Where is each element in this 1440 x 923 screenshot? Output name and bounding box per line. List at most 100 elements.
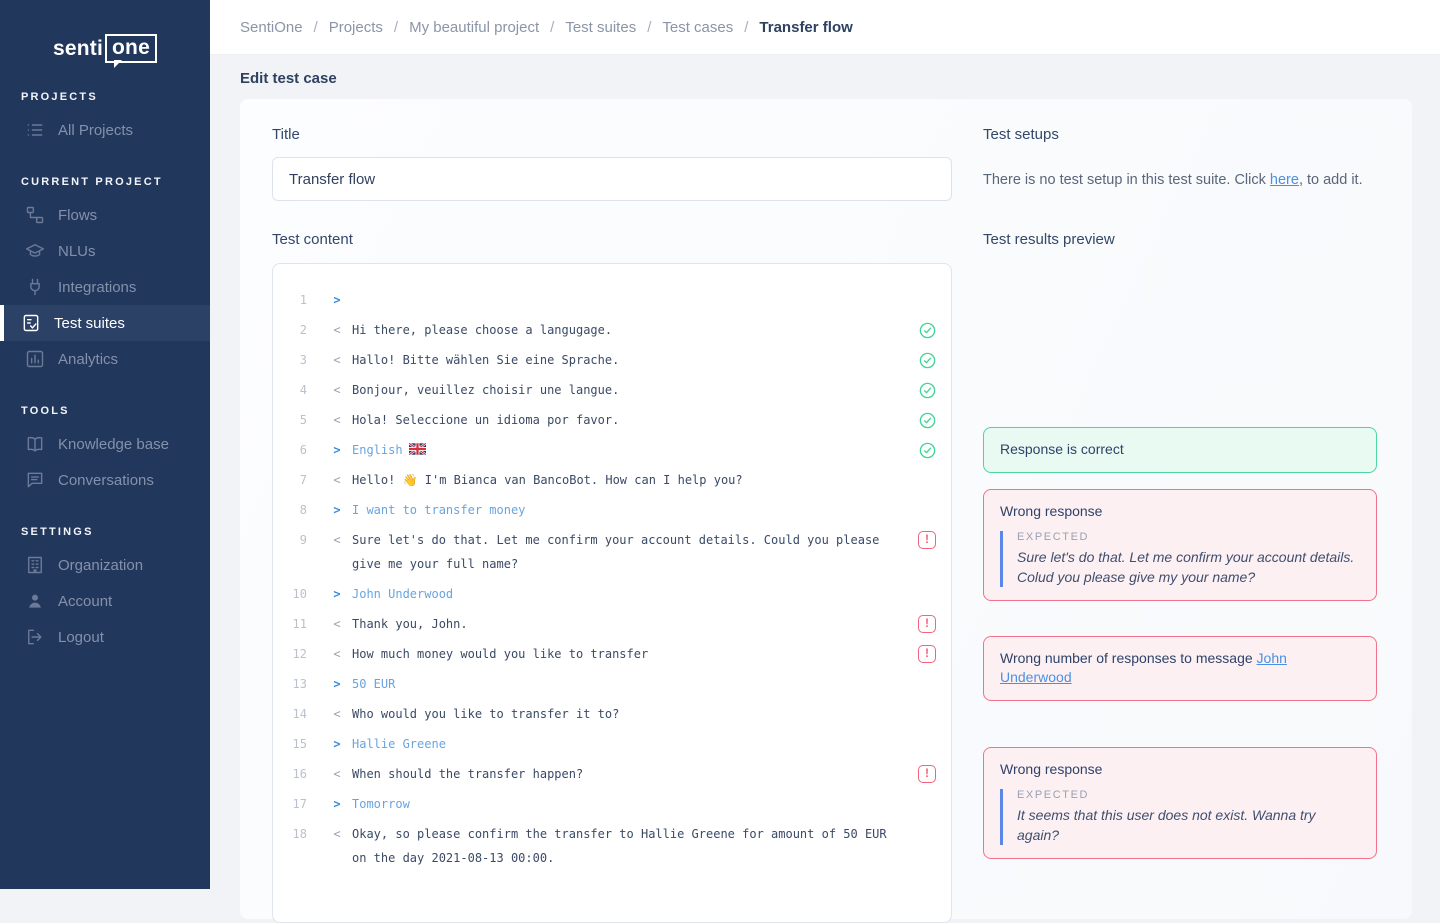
checklist-icon bbox=[21, 313, 41, 333]
test-line-7[interactable]: 7 < Hello! 👋 I'm Bianca van BancoBot. Ho… bbox=[273, 465, 951, 495]
sidebar-item-label: Organization bbox=[58, 557, 143, 574]
bot-message-text[interactable]: Thank you, John. bbox=[352, 612, 903, 636]
line-number: 17 bbox=[273, 792, 307, 816]
bot-message-text[interactable]: Hi there, please choose a langugage. bbox=[352, 318, 903, 342]
flows-icon bbox=[25, 205, 45, 225]
test-line-8[interactable]: 8 > I want to transfer money bbox=[273, 495, 951, 525]
test-line-17[interactable]: 17 > Tomorrow bbox=[273, 789, 951, 819]
bot-message-text[interactable]: Sure let's do that. Let me confirm your … bbox=[352, 528, 903, 576]
breadcrumb-separator: / bbox=[744, 19, 748, 36]
sidebar-item-logout[interactable]: Logout bbox=[0, 619, 210, 655]
line-status bbox=[903, 318, 951, 340]
line-status bbox=[903, 582, 951, 585]
test-line-10[interactable]: 10 > John Underwood bbox=[273, 579, 951, 609]
bot-message-text[interactable]: Who would you like to transfer it to? bbox=[352, 702, 903, 726]
test-line-1[interactable]: 1 > bbox=[273, 285, 951, 315]
bot-message-text[interactable]: Hola! Seleccione un idioma por favor. bbox=[352, 408, 903, 432]
test-line-3[interactable]: 3 < Hallo! Bitte wählen Sie eine Sprache… bbox=[273, 345, 951, 375]
line-status: ! bbox=[903, 762, 951, 783]
test-line-2[interactable]: 2 < Hi there, please choose a langugage. bbox=[273, 315, 951, 345]
user-icon bbox=[25, 591, 45, 611]
bot-message-marker: < bbox=[322, 378, 352, 402]
line-status bbox=[903, 672, 951, 675]
test-content-editor[interactable]: 1 > 2 < Hi there, please choose a langug… bbox=[272, 263, 952, 923]
user-message-text[interactable]: Hallie Greene bbox=[352, 732, 903, 756]
user-message-text[interactable]: Tomorrow bbox=[352, 792, 903, 816]
bot-message-text[interactable]: Bonjour, veuillez choisir une langue. bbox=[352, 378, 903, 402]
sidebar-item-flows[interactable]: Flows bbox=[0, 197, 210, 233]
sidebar-section-settings: SETTINGS bbox=[21, 526, 210, 538]
breadcrumb-separator: / bbox=[647, 19, 651, 36]
user-message-text[interactable]: English bbox=[352, 438, 903, 462]
plug-icon bbox=[25, 277, 45, 297]
test-line-12[interactable]: 12 < How much money would you like to tr… bbox=[273, 639, 951, 669]
bot-message-text[interactable]: How much money would you like to transfe… bbox=[352, 642, 903, 666]
breadcrumb-item-test-suites[interactable]: Test suites bbox=[565, 19, 636, 36]
user-message-marker: > bbox=[322, 672, 352, 696]
user-message-text[interactable]: John Underwood bbox=[352, 582, 903, 606]
test-line-15[interactable]: 15 > Hallie Greene bbox=[273, 729, 951, 759]
test-results-heading: Test results preview bbox=[983, 231, 1115, 248]
edit-test-case-panel: Title Test content 1 > 2 < Hi there, ple… bbox=[240, 99, 1412, 919]
line-number: 10 bbox=[273, 582, 307, 606]
check-icon bbox=[918, 441, 937, 460]
test-line-6[interactable]: 6 > English bbox=[273, 435, 951, 465]
sidebar-item-knowledge-base[interactable]: Knowledge base bbox=[0, 426, 210, 462]
title-input[interactable] bbox=[272, 157, 952, 201]
building-icon bbox=[25, 555, 45, 575]
test-line-9[interactable]: 9 < Sure let's do that. Let me confirm y… bbox=[273, 525, 951, 579]
user-message-text[interactable]: 50 EUR bbox=[352, 672, 903, 696]
test-line-13[interactable]: 13 > 50 EUR bbox=[273, 669, 951, 699]
bot-message-text[interactable]: Okay, so please confirm the transfer to … bbox=[352, 822, 903, 870]
sidebar-item-analytics[interactable]: Analytics bbox=[0, 341, 210, 377]
test-line-14[interactable]: 14 < Who would you like to transfer it t… bbox=[273, 699, 951, 729]
sidebar-item-label: Integrations bbox=[58, 279, 136, 296]
sidebar-item-test-suites[interactable]: Test suites bbox=[0, 305, 210, 341]
line-number: 16 bbox=[273, 762, 307, 786]
breadcrumb-separator: / bbox=[314, 19, 318, 36]
test-line-11[interactable]: 11 < Thank you, John. ! bbox=[273, 609, 951, 639]
bar-chart-icon bbox=[25, 349, 45, 369]
bot-message-text[interactable]: When should the transfer happen? bbox=[352, 762, 903, 786]
sidebar-item-all-projects[interactable]: All Projects bbox=[0, 112, 210, 148]
logo-text-one: one bbox=[112, 36, 150, 59]
breadcrumb-item-my-beautiful-project[interactable]: My beautiful project bbox=[409, 19, 539, 36]
sidebar-item-conversations[interactable]: Conversations bbox=[0, 462, 210, 498]
test-line-18[interactable]: 18 < Okay, so please confirm the transfe… bbox=[273, 819, 951, 873]
logout-icon bbox=[25, 627, 45, 647]
sidebar-item-nlus[interactable]: NLUs bbox=[0, 233, 210, 269]
page-title: Edit test case bbox=[240, 70, 337, 87]
line-status bbox=[903, 468, 951, 471]
breadcrumb-item-sentione[interactable]: SentiOne bbox=[240, 19, 303, 36]
bot-message-text[interactable]: Hallo! Bitte wählen Sie eine Sprache. bbox=[352, 348, 903, 372]
bot-message-marker: < bbox=[322, 642, 352, 666]
test-setups-empty-text: There is no test setup in this test suit… bbox=[983, 170, 1383, 190]
breadcrumb-item-projects[interactable]: Projects bbox=[329, 19, 383, 36]
bot-message-text[interactable]: Hello! 👋 I'm Bianca van BancoBot. How ca… bbox=[352, 468, 903, 492]
check-icon bbox=[918, 321, 937, 340]
result-card-title: Wrong number of responses to message Joh… bbox=[1000, 649, 1360, 687]
expected-block: EXPECTED Sure let's do that. Let me conf… bbox=[1000, 531, 1360, 587]
test-line-4[interactable]: 4 < Bonjour, veuillez choisir une langue… bbox=[273, 375, 951, 405]
bot-message-marker: < bbox=[322, 408, 352, 432]
topbar: SentiOne / Projects / My beautiful project / T… bbox=[210, 0, 1440, 55]
breadcrumb-item-test-cases[interactable]: Test cases bbox=[662, 19, 733, 36]
add-test-setup-link[interactable]: here bbox=[1270, 172, 1299, 188]
user-message-text[interactable]: I want to transfer money bbox=[352, 498, 903, 522]
sidebar-item-integrations[interactable]: Integrations bbox=[0, 269, 210, 305]
sidebar-item-account[interactable]: Account bbox=[0, 583, 210, 619]
sentione-logo[interactable]: senti one bbox=[53, 34, 157, 63]
line-status bbox=[903, 498, 951, 501]
line-number: 5 bbox=[273, 408, 307, 432]
result-card-title: Response is correct bbox=[1000, 440, 1360, 459]
sidebar-item-organization[interactable]: Organization bbox=[0, 547, 210, 583]
test-line-16[interactable]: 16 < When should the transfer happen? ! bbox=[273, 759, 951, 789]
chat-icon bbox=[25, 470, 45, 490]
message-link[interactable]: John Underwood bbox=[1000, 650, 1287, 685]
line-number: 14 bbox=[273, 702, 307, 726]
sidebar-item-label: All Projects bbox=[58, 122, 133, 139]
sidebar-nav: PROJECTS All ProjectsCURRENT PROJECT Flo… bbox=[0, 91, 210, 655]
test-line-5[interactable]: 5 < Hola! Seleccione un idioma por favor… bbox=[273, 405, 951, 435]
error-icon: ! bbox=[918, 531, 936, 549]
error-icon: ! bbox=[918, 765, 936, 783]
